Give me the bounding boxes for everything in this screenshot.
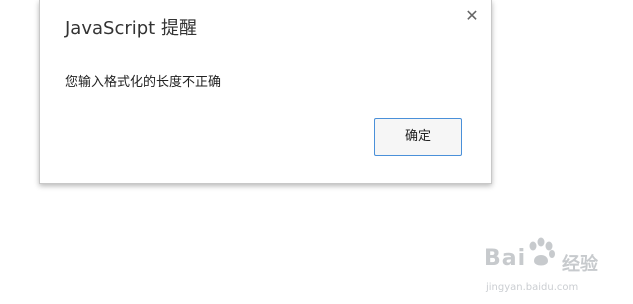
baidu-paw-icon [526, 237, 556, 269]
close-icon[interactable]: ✕ [465, 8, 479, 24]
alert-dialog: JavaScript 提醒 ✕ 您输入格式化的长度不正确 确定 [39, 0, 492, 184]
watermark-url: jingyan.baidu.com [486, 282, 579, 293]
watermark: Bai 经验 jingyan.baidu.com [484, 232, 630, 300]
browser-page: JavaScript 提醒 ✕ 您输入格式化的长度不正确 确定 Bai 经验 j… [0, 0, 633, 304]
ok-button[interactable]: 确定 [374, 118, 462, 156]
dialog-title: JavaScript 提醒 [65, 18, 197, 39]
watermark-brand: Bai [484, 246, 527, 271]
watermark-brand-suffix: 经验 [562, 254, 598, 275]
dialog-message: 您输入格式化的长度不正确 [65, 75, 222, 90]
